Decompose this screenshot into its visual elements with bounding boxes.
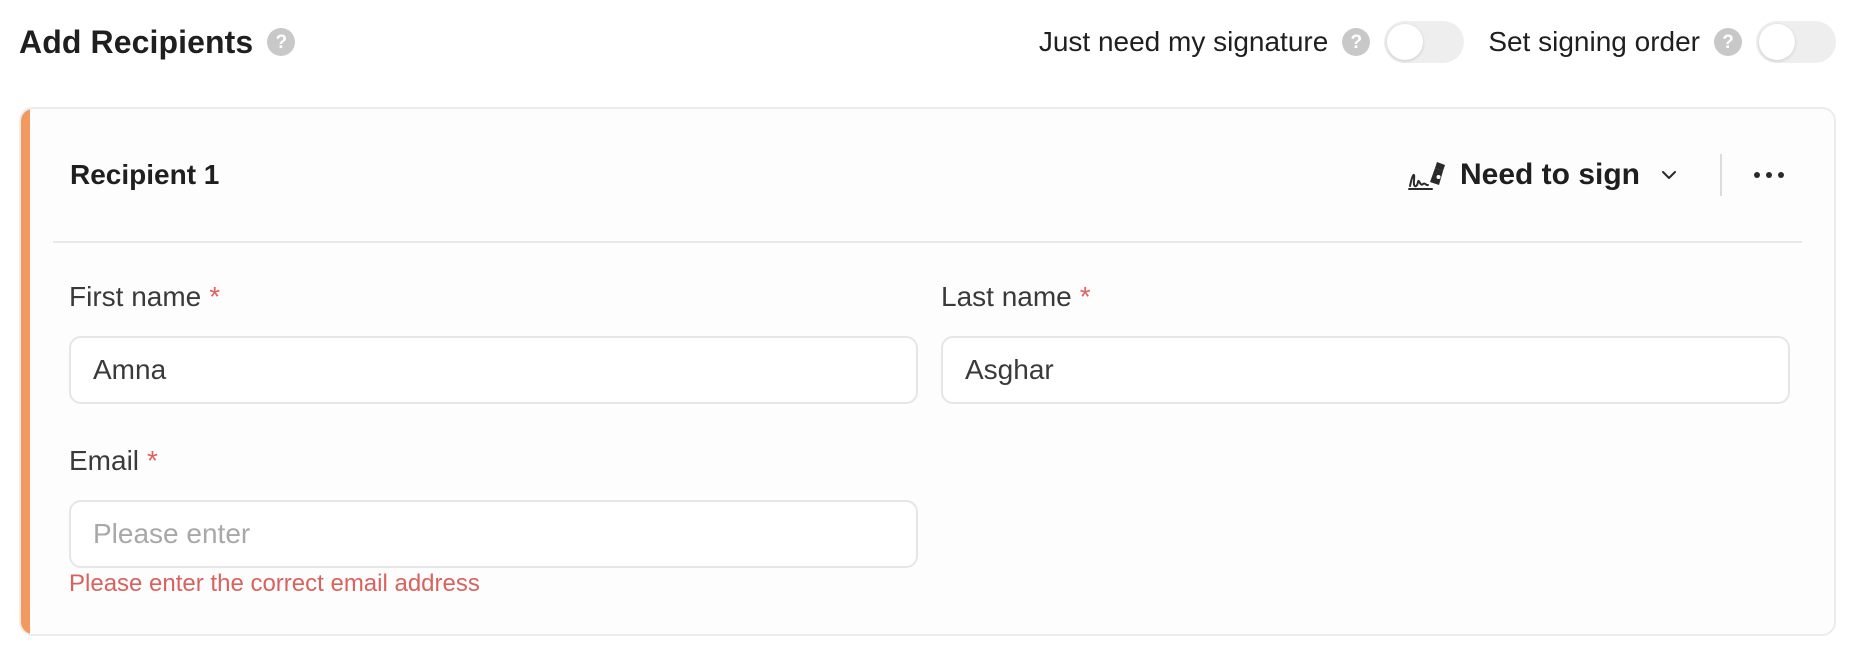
first-name-label-text: First name [69,281,202,312]
role-label: Need to sign [1459,158,1640,191]
page-title: Add Recipients [19,23,254,60]
required-mark: * [209,281,221,312]
email-error-message: Please enter the correct email address [69,570,480,597]
recipient-title: Recipient 1 [70,159,220,190]
required-mark: * [1079,281,1091,312]
just-need-my-signature-switch[interactable] [1384,21,1465,63]
email-field[interactable] [69,500,918,568]
help-icon[interactable]: ? [1714,28,1742,56]
set-signing-order-switch[interactable] [1756,21,1836,63]
recipient-accent-bar [21,109,30,634]
first-name-label: First name * [69,281,220,313]
role-dropdown[interactable]: Need to sign [1407,158,1678,192]
recipient-card: Recipient 1 Need to sign First name * Am… [19,107,1836,636]
help-icon[interactable]: ? [1342,28,1371,56]
help-icon[interactable]: ? [267,28,296,56]
last-name-label: Last name * [941,281,1091,313]
last-name-input[interactable] [941,336,1790,404]
set-signing-order-toggle-item: Set signing order ? [1488,21,1836,63]
header: Add Recipients ? Just need my signature … [0,0,1854,84]
add-recipients-page: Add Recipients ? Just need my signature … [0,0,1854,660]
signature-pen-icon [1407,162,1445,190]
toggle-group: Just need my signature ? Set signing ord… [1039,21,1836,63]
just-need-my-signature-label: Just need my signature [1038,26,1329,57]
required-mark: * [147,445,158,476]
switch-knob [1387,24,1424,60]
switch-knob [1759,24,1795,60]
title-group: Add Recipients ? [19,23,296,61]
last-name-label-text: Last name [941,281,1072,312]
first-name-input[interactable] [69,336,918,404]
chevron-down-icon [1662,171,1676,179]
email-label-text: Email [69,445,140,476]
more-horizontal-icon[interactable] [1752,170,1786,180]
just-need-my-signature-toggle-item: Just need my signature ? [1039,21,1465,63]
email-label: Email * [69,445,158,477]
set-signing-order-label: Set signing order [1488,26,1700,57]
role-group: Need to sign [1407,154,1802,196]
header-divider [1720,154,1722,196]
recipient-card-header: Recipient 1 Need to sign [53,109,1802,243]
